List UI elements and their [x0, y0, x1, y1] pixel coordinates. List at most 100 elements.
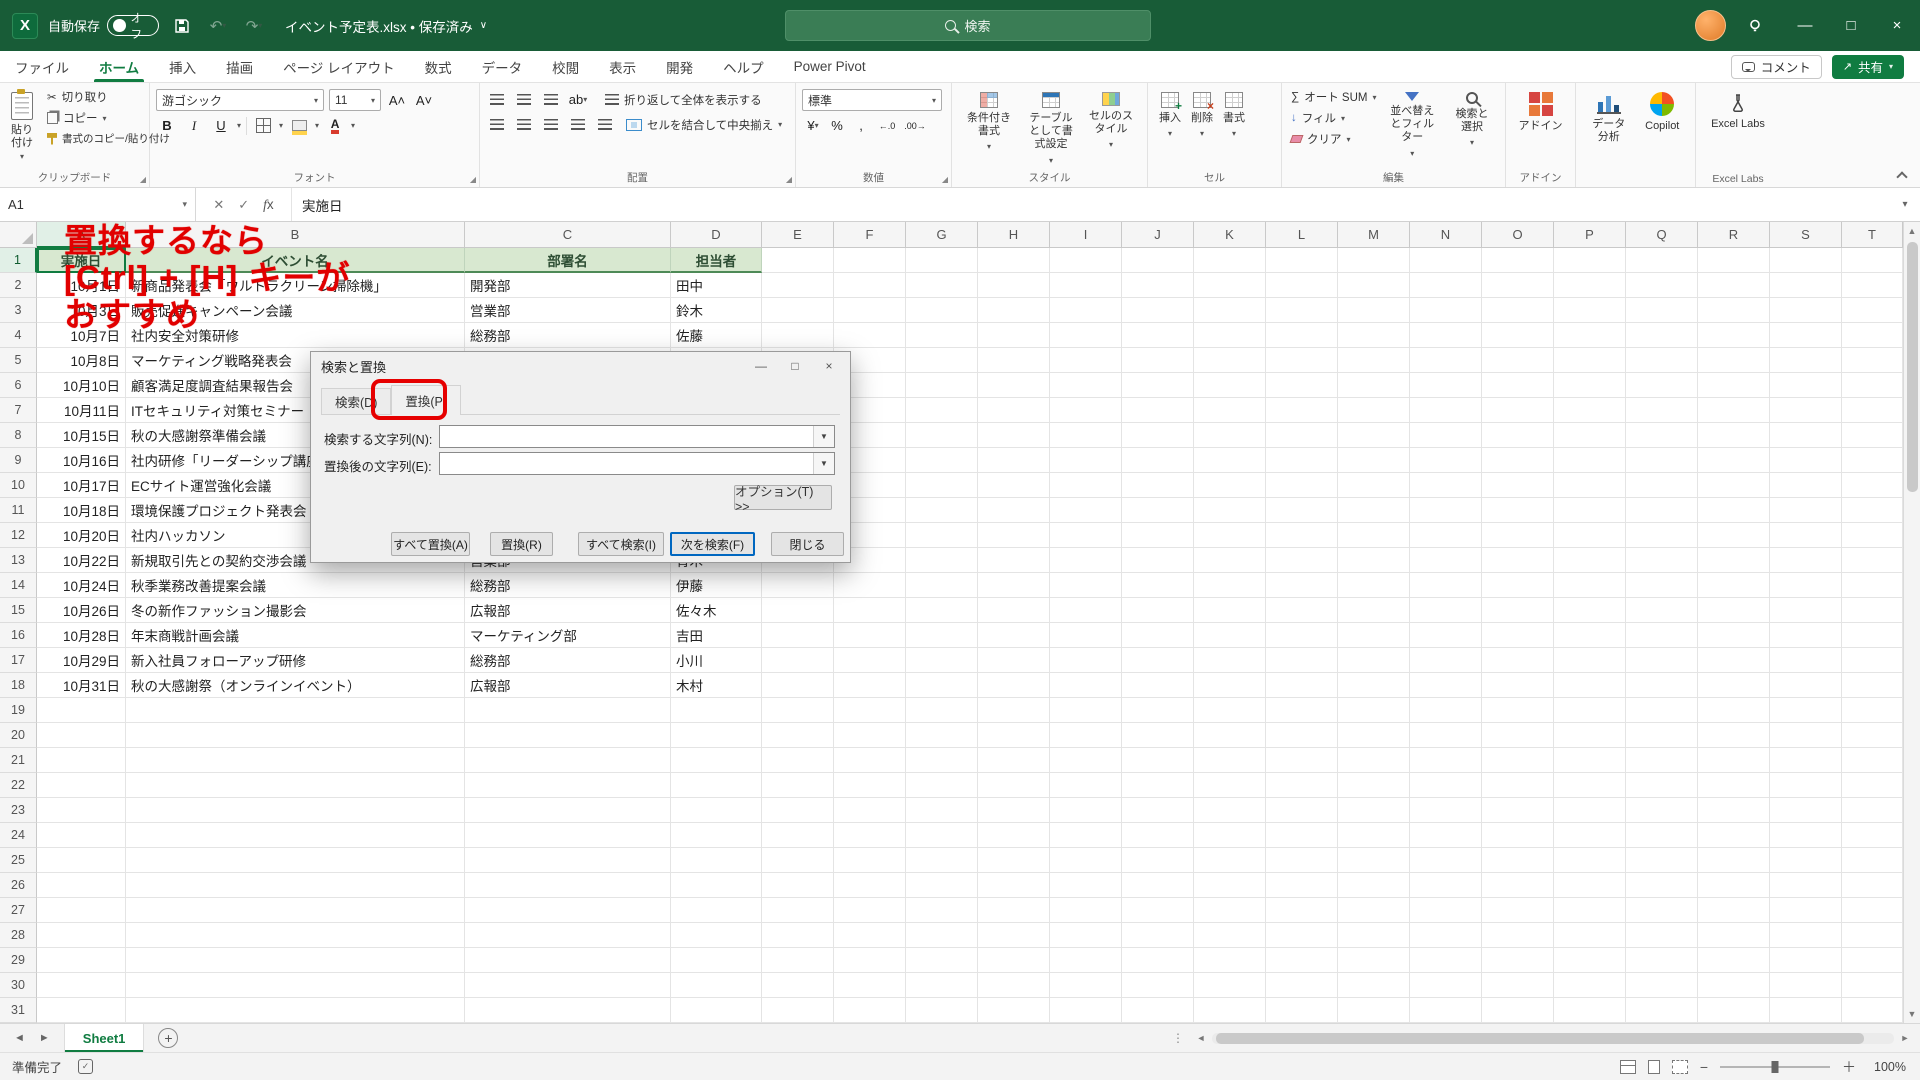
cell-P20[interactable]: [1554, 723, 1626, 748]
cell-N13[interactable]: [1410, 548, 1482, 573]
wrap-text-button[interactable]: 折り返して全体を表示する: [602, 90, 765, 110]
cell-S25[interactable]: [1770, 848, 1842, 873]
cell-I12[interactable]: [1050, 523, 1122, 548]
conditional-formatting-button[interactable]: 条件付き書式 ▾: [958, 87, 1020, 167]
cell-I9[interactable]: [1050, 448, 1122, 473]
cell-G24[interactable]: [906, 823, 978, 848]
cell-G19[interactable]: [906, 698, 978, 723]
cell-O30[interactable]: [1482, 973, 1554, 998]
cell-K14[interactable]: [1194, 573, 1266, 598]
cell-M10[interactable]: [1338, 473, 1410, 498]
cell-Q12[interactable]: [1626, 523, 1698, 548]
cell-P26[interactable]: [1554, 873, 1626, 898]
cell-B26[interactable]: [126, 873, 465, 898]
cell-M14[interactable]: [1338, 573, 1410, 598]
cell-R19[interactable]: [1698, 698, 1770, 723]
cell-D26[interactable]: [671, 873, 762, 898]
cell-N26[interactable]: [1410, 873, 1482, 898]
cell-G7[interactable]: [906, 398, 978, 423]
cell-Q18[interactable]: [1626, 673, 1698, 698]
cell-A23[interactable]: [37, 798, 126, 823]
cell-Q3[interactable]: [1626, 298, 1698, 323]
cell-H1[interactable]: [978, 248, 1050, 273]
vertical-scroll-thumb[interactable]: [1906, 242, 1918, 492]
cell-L21[interactable]: [1266, 748, 1338, 773]
cell-K5[interactable]: [1194, 348, 1266, 373]
cell-P24[interactable]: [1554, 823, 1626, 848]
cell-A11[interactable]: 10月18日: [37, 498, 126, 523]
cell-J19[interactable]: [1122, 698, 1194, 723]
cell-F21[interactable]: [834, 748, 906, 773]
cell-M28[interactable]: [1338, 923, 1410, 948]
cell-A13[interactable]: 10月22日: [37, 548, 126, 573]
cell-I14[interactable]: [1050, 573, 1122, 598]
cell-N27[interactable]: [1410, 898, 1482, 923]
cell-G31[interactable]: [906, 998, 978, 1023]
cell-E24[interactable]: [762, 823, 834, 848]
row-header-26[interactable]: 26: [0, 873, 37, 898]
cell-J21[interactable]: [1122, 748, 1194, 773]
cell-P21[interactable]: [1554, 748, 1626, 773]
cell-F17[interactable]: [834, 648, 906, 673]
cell-N23[interactable]: [1410, 798, 1482, 823]
data-analysis-button[interactable]: データ分析: [1582, 87, 1636, 146]
cell-J24[interactable]: [1122, 823, 1194, 848]
cell-I18[interactable]: [1050, 673, 1122, 698]
ribbon-tab-校閲[interactable]: 校閲: [537, 51, 594, 82]
cell-G5[interactable]: [906, 348, 978, 373]
cell-O21[interactable]: [1482, 748, 1554, 773]
cell-J10[interactable]: [1122, 473, 1194, 498]
cell-N25[interactable]: [1410, 848, 1482, 873]
cell-L2[interactable]: [1266, 273, 1338, 298]
page-break-view-icon[interactable]: [1671, 1059, 1688, 1074]
cell-F29[interactable]: [834, 948, 906, 973]
cell-H19[interactable]: [978, 698, 1050, 723]
column-header-M[interactable]: M: [1338, 222, 1410, 248]
cell-I27[interactable]: [1050, 898, 1122, 923]
user-avatar[interactable]: [1695, 10, 1726, 41]
cell-O28[interactable]: [1482, 923, 1554, 948]
cell-T15[interactable]: [1842, 598, 1903, 623]
cell-M22[interactable]: [1338, 773, 1410, 798]
cell-Q11[interactable]: [1626, 498, 1698, 523]
cell-L23[interactable]: [1266, 798, 1338, 823]
cell-F19[interactable]: [834, 698, 906, 723]
cell-E29[interactable]: [762, 948, 834, 973]
cell-T8[interactable]: [1842, 423, 1903, 448]
cell-I2[interactable]: [1050, 273, 1122, 298]
cell-O17[interactable]: [1482, 648, 1554, 673]
cell-I3[interactable]: [1050, 298, 1122, 323]
cell-Q8[interactable]: [1626, 423, 1698, 448]
cell-R31[interactable]: [1698, 998, 1770, 1023]
cell-T13[interactable]: [1842, 548, 1903, 573]
cell-R20[interactable]: [1698, 723, 1770, 748]
cell-A24[interactable]: [37, 823, 126, 848]
cell-O5[interactable]: [1482, 348, 1554, 373]
cell-O26[interactable]: [1482, 873, 1554, 898]
column-header-D[interactable]: D: [671, 222, 762, 248]
cell-K22[interactable]: [1194, 773, 1266, 798]
cell-N31[interactable]: [1410, 998, 1482, 1023]
replace-with-dropdown-icon[interactable]: ▼: [813, 453, 834, 474]
cell-L5[interactable]: [1266, 348, 1338, 373]
align-bottom-icon[interactable]: [540, 89, 562, 110]
comments-button[interactable]: コメント: [1730, 54, 1822, 79]
cell-I11[interactable]: [1050, 498, 1122, 523]
find-what-input[interactable]: ▼: [439, 425, 835, 448]
cell-Q25[interactable]: [1626, 848, 1698, 873]
cell-Q23[interactable]: [1626, 798, 1698, 823]
cell-F26[interactable]: [834, 873, 906, 898]
column-header-P[interactable]: P: [1554, 222, 1626, 248]
cell-S8[interactable]: [1770, 423, 1842, 448]
cell-C18[interactable]: 広報部: [465, 673, 671, 698]
cell-I15[interactable]: [1050, 598, 1122, 623]
cell-P11[interactable]: [1554, 498, 1626, 523]
cell-O19[interactable]: [1482, 698, 1554, 723]
sheet-nav-right-icon[interactable]: ►: [39, 1032, 50, 1044]
cell-D17[interactable]: 小川: [671, 648, 762, 673]
cell-O18[interactable]: [1482, 673, 1554, 698]
cell-O29[interactable]: [1482, 948, 1554, 973]
cell-K13[interactable]: [1194, 548, 1266, 573]
cell-F18[interactable]: [834, 673, 906, 698]
cell-E17[interactable]: [762, 648, 834, 673]
